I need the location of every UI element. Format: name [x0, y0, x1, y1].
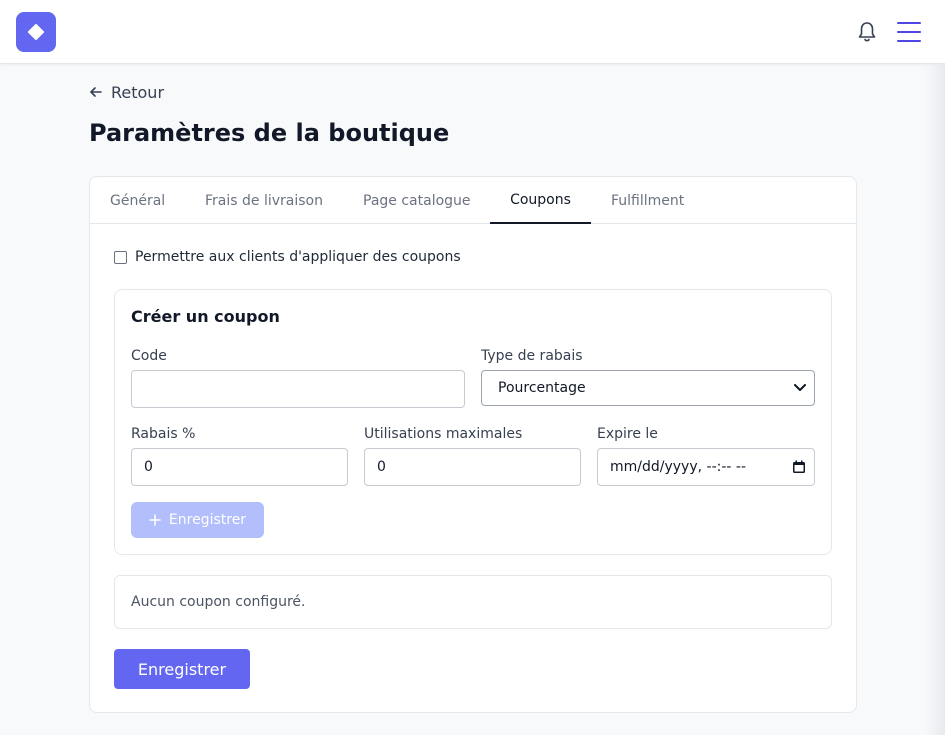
discount-percent-label: Rabais % [131, 426, 196, 442]
save-coupon-button[interactable]: Enregistrer [131, 502, 264, 538]
tab-label: Page catalogue [363, 192, 471, 209]
discount-percent-input[interactable]: 0 [131, 448, 348, 486]
hamburger-menu-icon[interactable] [896, 20, 922, 44]
tab-fulfillment[interactable]: Fulfillment [591, 177, 704, 224]
coupon-list-empty: Aucun coupon configuré. [114, 575, 832, 629]
expires-datetime-input[interactable]: mm/dd/yyyy, --:-- -- [597, 448, 815, 486]
settings-card: Général Frais de livraison Page catalogu… [89, 176, 857, 713]
save-settings-label: Enregistrer [137, 659, 227, 679]
tab-shipping[interactable]: Frais de livraison [185, 177, 343, 224]
logo[interactable] [16, 12, 56, 52]
max-uses-label: Utilisations maximales [364, 426, 523, 442]
code-label: Code [131, 348, 167, 364]
arrow-left-icon [90, 87, 102, 97]
save-settings-button[interactable]: Enregistrer [114, 649, 250, 689]
tab-coupons[interactable]: Coupons [490, 177, 591, 224]
empty-message: Aucun coupon configuré. [131, 594, 306, 610]
tab-label: Fulfillment [611, 192, 685, 209]
chevron-down-icon [794, 384, 806, 391]
plus-icon [149, 514, 161, 526]
right-edge-shadow [925, 64, 945, 735]
calendar-icon[interactable] [792, 460, 806, 474]
discount-type-value: Pourcentage [498, 380, 586, 396]
discount-type-label: Type de rabais [481, 348, 583, 364]
back-label: Retour [111, 82, 165, 102]
tab-general[interactable]: Général [90, 177, 185, 224]
expires-placeholder: mm/dd/yyyy, --:-- -- [610, 459, 747, 475]
allow-coupons-row[interactable]: Permettre aux clients d'appliquer des co… [114, 249, 461, 265]
bell-icon[interactable] [856, 20, 878, 44]
tab-label: Général [110, 192, 166, 209]
page-title: Paramètres de la boutique [89, 119, 450, 147]
discount-type-select[interactable]: Pourcentage [481, 370, 815, 406]
allow-coupons-checkbox[interactable] [114, 250, 127, 264]
expires-label: Expire le [597, 426, 658, 442]
create-coupon-panel: Créer un coupon Code Type de rabais Pour… [114, 289, 832, 555]
tab-bar: Général Frais de livraison Page catalogu… [90, 177, 856, 224]
allow-coupons-label: Permettre aux clients d'appliquer des co… [135, 249, 461, 265]
top-bar [0, 0, 945, 64]
tab-label: Frais de livraison [205, 192, 323, 209]
tab-catalog[interactable]: Page catalogue [343, 177, 491, 224]
create-coupon-title: Créer un coupon [131, 307, 280, 326]
back-link[interactable]: Retour [89, 80, 164, 104]
code-input[interactable] [131, 370, 465, 408]
save-coupon-label: Enregistrer [168, 512, 247, 528]
tab-label: Coupons [510, 191, 571, 208]
max-uses-input[interactable]: 0 [364, 448, 581, 486]
diamond-logo-icon [27, 23, 45, 41]
